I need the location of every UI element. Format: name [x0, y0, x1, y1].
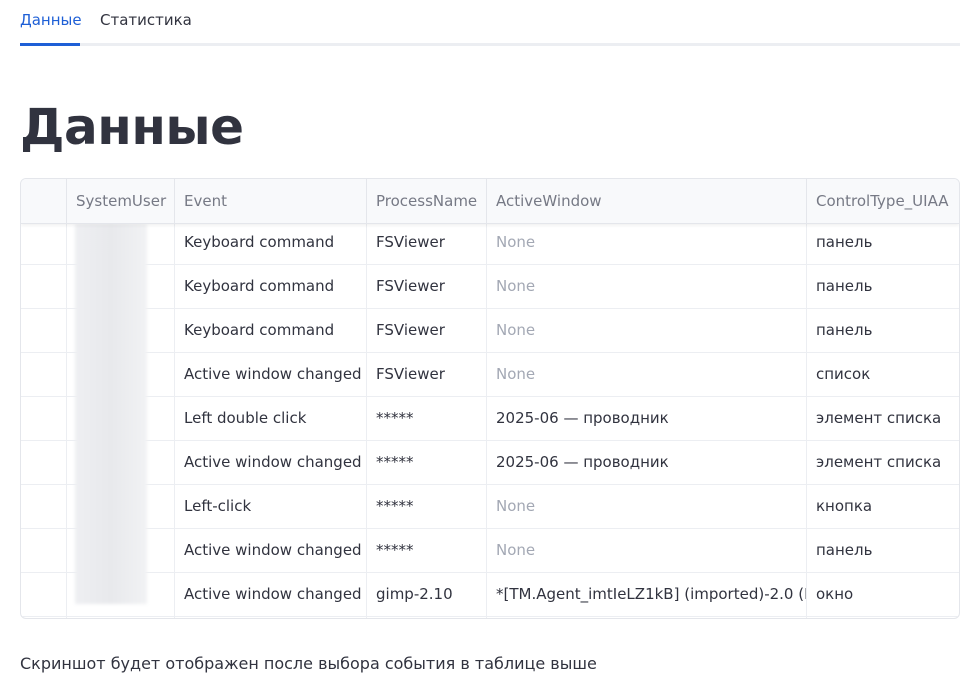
cell-event[interactable]: Active window changed	[175, 573, 367, 616]
cell-controltype[interactable]: элемент списка	[807, 441, 959, 484]
cell-processname[interactable]: FSViewer	[367, 353, 487, 396]
cell-index[interactable]	[21, 441, 67, 484]
table-row[interactable]: Keyboard command FSViewer None панель	[21, 309, 959, 353]
data-table[interactable]: SystemUser Event ProcessName ActiveWindo…	[20, 178, 960, 619]
table-header: SystemUser Event ProcessName ActiveWindo…	[21, 179, 959, 224]
cell-processname[interactable]: *****	[367, 441, 487, 484]
table-row[interactable]: Active window changed gimp-2.10 *[TM.Agent…	[21, 573, 959, 617]
cell-processname[interactable]: gimp-2.10	[367, 573, 487, 616]
table-row[interactable]: Left-click ***** None кнопка	[21, 485, 959, 529]
cell-controltype[interactable]: панель	[807, 265, 959, 308]
cell-event[interactable]: Active window changed	[175, 529, 367, 572]
cell-processname[interactable]: *****	[367, 397, 487, 440]
cell-processname[interactable]: FSViewer	[367, 309, 487, 352]
cell-activewindow[interactable]: None	[487, 529, 807, 572]
table-row[interactable]: Active window changed ***** 2025-06 — пров…	[21, 441, 959, 485]
cell-controltype[interactable]: список	[807, 353, 959, 396]
cell-processname[interactable]: FSViewer	[367, 265, 487, 308]
header-processname[interactable]: ProcessName	[367, 179, 487, 223]
header-systemuser[interactable]: SystemUser	[67, 179, 175, 223]
cell-index[interactable]	[21, 397, 67, 440]
cell-activewindow[interactable]: 2025-06 — проводник	[487, 441, 807, 484]
cell-activewindow[interactable]	[487, 617, 807, 618]
cell-event[interactable]: Left double click	[175, 397, 367, 440]
cell-event[interactable]: Active window changed	[175, 441, 367, 484]
cell-index[interactable]	[21, 485, 67, 528]
cell-event[interactable]: Keyboard command	[175, 309, 367, 352]
redacted-systemuser	[75, 224, 147, 604]
header-index[interactable]	[21, 179, 67, 223]
cell-index[interactable]	[21, 617, 67, 618]
cell-activewindow[interactable]: *[TM.Agent_imtIeLZ1kB] (imported)-2.0 (R	[487, 573, 807, 616]
header-activewindow[interactable]: ActiveWindow	[487, 179, 807, 223]
table-body: Keyboard command FSViewer None панель Keyboa…	[21, 223, 959, 618]
cell-index[interactable]	[21, 573, 67, 616]
cell-event[interactable]: Active window changed	[175, 353, 367, 396]
cell-controltype[interactable]: панель	[807, 309, 959, 352]
cell-index[interactable]	[21, 309, 67, 352]
table-row[interactable]: Active window changed FSViewer None список	[21, 353, 959, 397]
table-row[interactable]: Left double click ***** 2025-06 — проводни…	[21, 397, 959, 441]
cell-controltype[interactable]: окно	[807, 573, 959, 616]
cell-controltype[interactable]: панель	[807, 223, 959, 264]
cell-controltype[interactable]	[807, 617, 959, 618]
header-event[interactable]: Event	[175, 179, 367, 223]
table-row[interactable]: Keyboard command FSViewer None панель	[21, 223, 959, 265]
cell-event[interactable]: Left-click	[175, 485, 367, 528]
cell-activewindow[interactable]: 2025-06 — проводник	[487, 397, 807, 440]
cell-controltype[interactable]: кнопка	[807, 485, 959, 528]
cell-activewindow[interactable]: None	[487, 485, 807, 528]
tab-statistics[interactable]: Статистика	[100, 10, 192, 30]
cell-event[interactable]: Keyboard command	[175, 223, 367, 264]
header-controltype[interactable]: ControlType_UIAA	[807, 179, 959, 223]
cell-event[interactable]	[175, 617, 367, 618]
tab-bar: Данные Статистика	[20, 0, 960, 46]
cell-event[interactable]: Keyboard command	[175, 265, 367, 308]
cell-index[interactable]	[21, 353, 67, 396]
table-row[interactable]: Active window changed ***** None панель	[21, 529, 959, 573]
cell-activewindow[interactable]: None	[487, 265, 807, 308]
tab-data[interactable]: Данные	[20, 10, 82, 30]
screenshot-hint: Скриншот будет отображен после выбора со…	[20, 654, 597, 673]
cell-activewindow[interactable]: None	[487, 353, 807, 396]
cell-activewindow[interactable]: None	[487, 223, 807, 264]
cell-systemuser[interactable]	[67, 617, 175, 618]
cell-controltype[interactable]: элемент списка	[807, 397, 959, 440]
table-row[interactable]: Keyboard command FSViewer None панель	[21, 265, 959, 309]
cell-index[interactable]	[21, 265, 67, 308]
cell-processname[interactable]: *****	[367, 485, 487, 528]
cell-index[interactable]	[21, 223, 67, 264]
table-row[interactable]	[21, 617, 959, 618]
page-title: Данные	[20, 98, 244, 156]
active-tab-indicator	[20, 43, 80, 46]
cell-index[interactable]	[21, 529, 67, 572]
cell-processname[interactable]: FSViewer	[367, 223, 487, 264]
cell-controltype[interactable]: панель	[807, 529, 959, 572]
cell-processname[interactable]	[367, 617, 487, 618]
cell-activewindow[interactable]: None	[487, 309, 807, 352]
cell-processname[interactable]: *****	[367, 529, 487, 572]
